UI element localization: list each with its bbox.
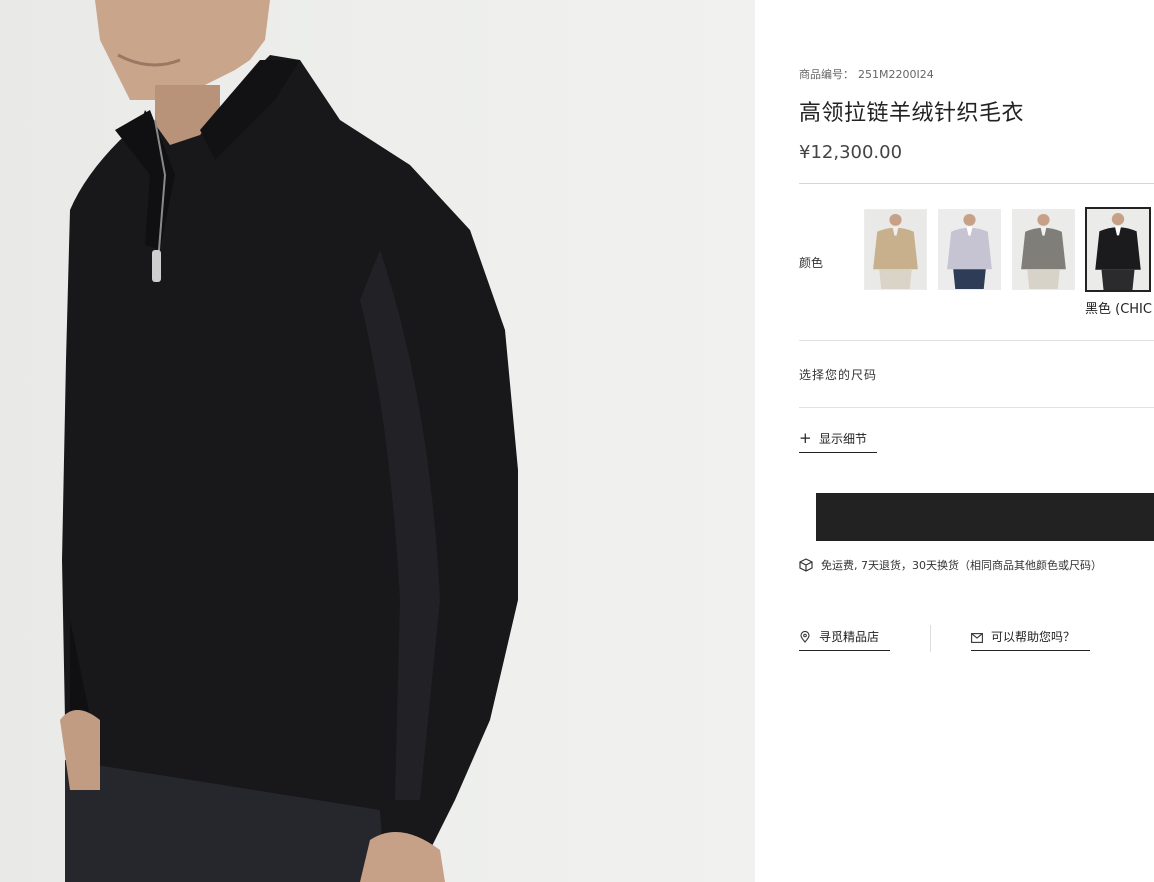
plus-icon: + [799, 429, 812, 447]
help-link[interactable]: 可以帮助您吗？ [971, 628, 1090, 651]
product-price: ¥12,300.00 [799, 142, 903, 163]
color-swatch-beige[interactable] [864, 209, 927, 290]
sku-label: 商品编号： [799, 68, 854, 81]
divider [799, 183, 1154, 184]
find-boutique-link[interactable]: 寻觅精品店 [799, 628, 890, 651]
model-illustration [60, 0, 518, 882]
help-label: 可以帮助您吗？ [991, 630, 1076, 644]
product-hero-image [0, 0, 755, 882]
show-details-link[interactable]: + 显示细节 [799, 430, 877, 453]
color-swatch-lavender[interactable] [938, 209, 1001, 290]
mail-icon [971, 633, 983, 643]
sku-value: 251M2200I24 [858, 68, 934, 81]
divider [799, 407, 1154, 408]
shipping-info: 免运费, 7天退货，30天换货（相同商品其他颜色或尺码） [799, 557, 1102, 573]
show-details-label: 显示细节 [819, 432, 868, 446]
divider [799, 340, 1154, 341]
color-swatch-black[interactable] [1085, 207, 1151, 292]
swatch-thumbnail [1087, 209, 1149, 290]
swatch-thumbnail [1013, 210, 1074, 289]
link-separator [930, 625, 931, 652]
product-sku: 商品编号： 251M2200I24 [799, 66, 934, 82]
selected-color-name: 黑色 (CHIC [1085, 302, 1152, 317]
color-label: 颜色 [799, 256, 824, 270]
location-pin-icon [800, 630, 810, 643]
swatch-thumbnail [939, 210, 1000, 289]
product-info-panel: 商品编号： 251M2200I24 高领拉链羊绒针织毛衣 ¥12,300.00 颜… [755, 0, 1154, 882]
add-to-cart-button[interactable] [816, 493, 1154, 541]
shipping-text: 免运费, 7天退货，30天换货（相同商品其他颜色或尺码） [821, 559, 1102, 572]
find-boutique-label: 寻觅精品店 [819, 630, 880, 644]
package-icon [799, 558, 813, 572]
swatch-thumbnail [865, 210, 926, 289]
size-selector[interactable]: 选择您的尺码 [799, 366, 877, 383]
color-swatch-grey[interactable] [1012, 209, 1075, 290]
product-title: 高领拉链羊绒针织毛衣 [799, 101, 1025, 126]
